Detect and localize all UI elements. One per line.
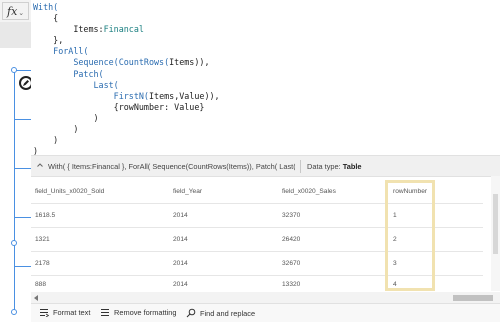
code-token: Last( [33,79,119,90]
code-token: Items: [33,24,104,35]
collapse-chevron-icon[interactable] [36,161,44,169]
table-cell: 13320 [282,281,301,288]
formula-toolbar: Format text Remove formatting Find and r… [31,303,500,322]
find-replace-icon [186,308,196,318]
code-line[interactable]: Sequence(CountRows(Items)), [33,57,220,68]
code-token: }, [33,35,64,46]
format-text-icon [40,309,49,317]
scrollbar-thumb[interactable] [453,295,493,301]
code-token: Items [169,57,195,68]
code-token: { [33,13,59,24]
table-cell: 2014 [173,260,188,267]
chevron-down-icon: ⌄ [18,9,25,17]
column-header-sales: field_x0020_Sales [282,188,336,195]
table-cell: 2178 [35,260,50,267]
code-line[interactable]: ) [33,113,220,124]
canvas-gridline [14,217,31,218]
rownumber-column-highlight [385,180,435,291]
code-token: FirstN( [33,90,149,101]
scroll-left-icon[interactable] [34,295,38,301]
code-token: Financal [103,24,144,35]
table-cell: 2014 [173,281,188,288]
table-cell: 32670 [282,260,301,267]
vertical-scrollbar[interactable] [491,176,500,291]
table-cell: 888 [35,281,47,288]
resize-handle[interactable] [11,240,17,246]
code-line[interactable]: ForAll( [33,46,220,57]
results-table: field_Units_x0020_Sold field_Year field_… [31,177,500,292]
results-formula-summary: With( { Items:Financal }, ForAll( Sequen… [48,162,295,171]
code-token: ) [33,124,79,135]
canvas-gridline [14,266,31,267]
code-line[interactable]: FirstN(Items,Value)), [33,91,220,102]
find-replace-label: Find and replace [200,308,256,318]
formula-results-panel: With( { Items:Financal }, ForAll( Sequen… [31,155,500,304]
canvas-gridline [14,168,31,169]
data-type-value: Table [342,162,362,171]
table-cell: 1618.5 [35,212,56,219]
canvas-header [0,22,31,48]
canvas-gridline [14,119,31,120]
remove-formatting-icon [101,308,109,317]
code-token: )), [194,57,210,68]
code-token: Items,Value [148,90,205,101]
column-header-year: field_Year [173,188,203,195]
format-text-label: Format text [53,308,91,317]
code-token: {rowNumber: Value} [33,101,205,112]
code-token: ) [33,112,99,123]
table-cell: 32370 [282,212,301,219]
format-text-button[interactable]: Format text [39,308,90,317]
code-line[interactable]: { [33,13,220,24]
code-token: ) [33,135,59,146]
code-token: With( [33,2,59,12]
code-token: )), [204,90,220,101]
property-fx-dropdown[interactable]: fx⌄ [2,2,29,20]
resize-handle[interactable] [11,309,17,315]
data-type-label: Data type: [307,162,341,171]
code-line[interactable]: With( [33,2,220,13]
code-line[interactable]: }, [33,35,220,46]
table-cell: 26420 [282,236,301,243]
code-line[interactable]: Patch( [33,69,220,80]
code-line[interactable]: ) [33,124,220,135]
data-type-indicator: Data type: Table [307,162,362,171]
formula-editor[interactable]: With( { Items:Financal }, ForAll( Sequen… [31,0,500,157]
code-line[interactable]: Last( [33,80,220,91]
column-header-units-sold: field_Units_x0020_Sold [35,188,105,195]
table-cell: 2014 [173,212,188,219]
results-header: With( { Items:Financal }, ForAll( Sequen… [31,156,500,177]
find-replace-button[interactable]: Find and replace [186,308,255,318]
scrollbar-thumb[interactable] [493,194,498,254]
header-divider [300,160,301,173]
table-cell: 2014 [173,236,188,243]
table-cell: 1321 [35,236,50,243]
code-token: ForAll( [33,46,89,57]
selection-border [14,70,15,312]
code-token: Sequence( [33,57,119,68]
code-line[interactable]: Items:Financal [33,24,220,35]
code-line[interactable]: {rowNumber: Value} [33,102,220,113]
remove-formatting-label: Remove formatting [114,308,177,317]
code-line[interactable]: ) [33,135,220,146]
formula-code[interactable]: With( { Items:Financal }, ForAll( Sequen… [33,2,220,157]
fx-label: fx [7,5,18,18]
code-token: CountRows( [118,57,170,68]
code-token: Patch( [33,68,104,79]
remove-formatting-button[interactable]: Remove formatting [100,308,176,317]
resize-handle[interactable] [11,67,17,73]
